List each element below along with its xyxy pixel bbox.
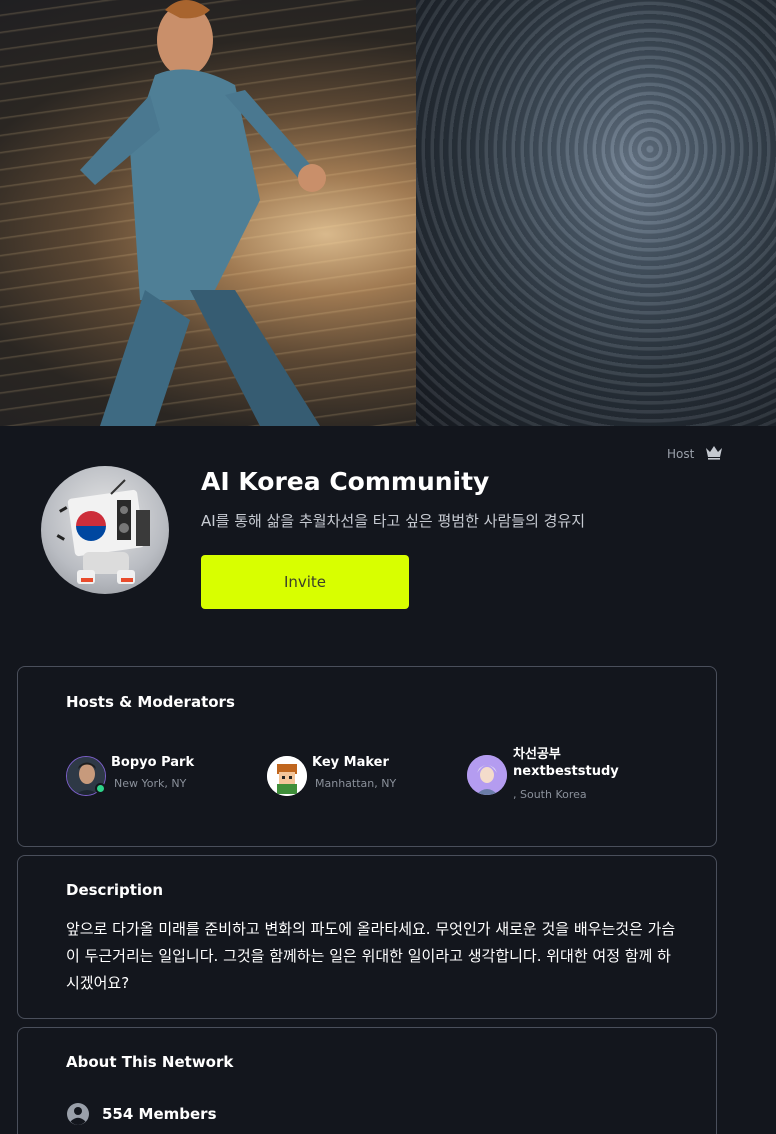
host-bopyo-park[interactable]: Bopyo Park New York, NY — [66, 755, 236, 797]
community-page: Host AI Korea Community AI를 통해 삶을 추월차선을 … — [0, 0, 776, 1134]
avatar — [467, 755, 507, 795]
about-network-card: About This Network 554 Members — [17, 1027, 717, 1134]
pixel-character-icon — [267, 756, 307, 796]
host-name: nextbeststudy — [513, 764, 619, 779]
host-location: Manhattan, NY — [315, 777, 397, 790]
avatar — [267, 756, 307, 796]
robot-flag-avatar-icon — [56, 479, 150, 584]
description-heading: Description — [66, 881, 164, 899]
crown-icon — [706, 446, 722, 460]
community-subtitle: AI를 통해 삶을 추월차선을 타고 싶은 평범한 사람들의 경유지 — [201, 512, 586, 530]
host-location: New York, NY — [114, 777, 187, 790]
invite-button[interactable]: Invite — [201, 555, 409, 609]
illustrated-person-icon — [467, 755, 507, 795]
community-title: AI Korea Community — [201, 467, 490, 496]
host-role-label: Host — [667, 447, 695, 461]
host-name: Key Maker — [312, 755, 389, 770]
description-text: 앞으로 다가올 미래를 준비하고 변화의 파도에 올라타세요. 무엇인가 새로운… — [66, 920, 676, 992]
host-location: , South Korea — [513, 788, 587, 801]
host-nextbeststudy[interactable]: 차선공부 nextbeststudy , South Korea — [467, 743, 667, 805]
hosts-moderators-card: Hosts & Moderators Bopyo Park New York, … — [17, 666, 717, 847]
host-key-maker[interactable]: Key Maker Manhattan, NY — [267, 755, 447, 797]
robot-figure — [416, 0, 776, 426]
hosts-heading: Hosts & Moderators — [66, 693, 235, 711]
description-card: Description 앞으로 다가올 미래를 준비하고 변화의 파도에 올라타… — [17, 855, 717, 1019]
banner-image — [0, 0, 776, 426]
user-circle-icon — [67, 1103, 89, 1125]
host-name: Bopyo Park — [111, 755, 195, 770]
online-status-dot — [95, 783, 106, 794]
member-count: 554 Members — [102, 1105, 217, 1123]
about-heading: About This Network — [66, 1053, 234, 1071]
runner-figure — [80, 0, 326, 426]
community-avatar — [41, 466, 169, 594]
host-name-korean: 차선공부 — [513, 747, 561, 762]
